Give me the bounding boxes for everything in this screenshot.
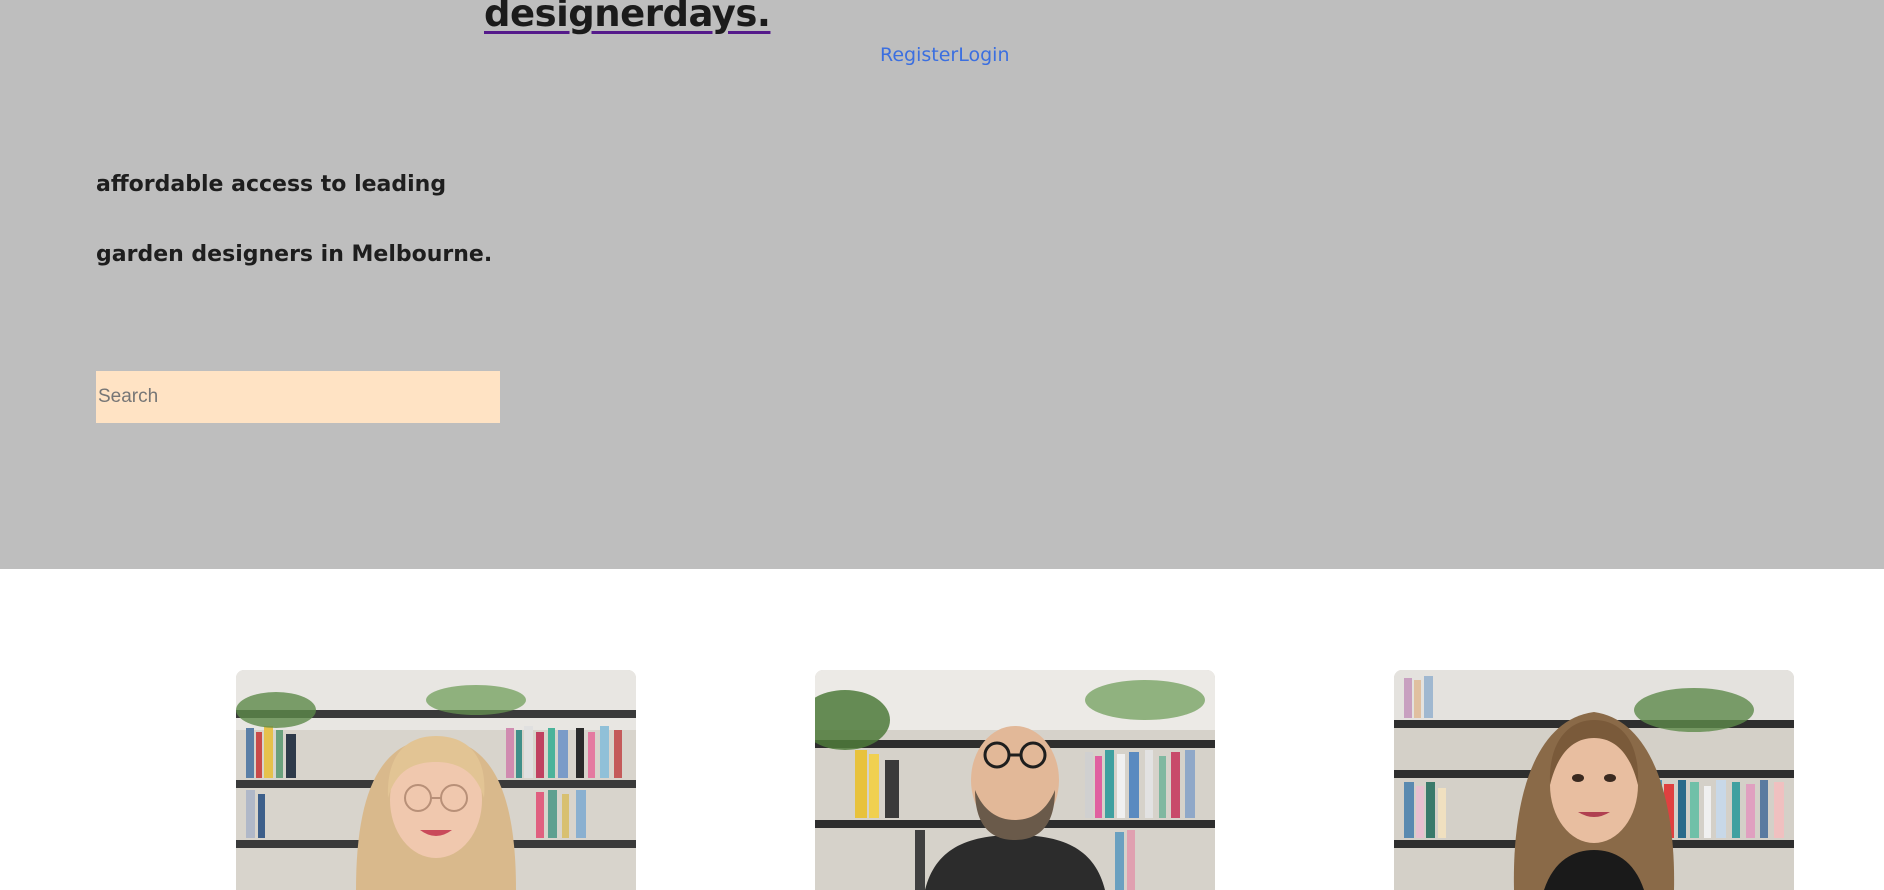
login-link[interactable]: Login bbox=[958, 44, 1009, 66]
tagline-line-2: garden designers in Melbourne. bbox=[96, 242, 493, 267]
auth-nav: RegisterLogin bbox=[880, 44, 1010, 66]
search-input[interactable] bbox=[96, 371, 500, 423]
hero-section: designerdays. RegisterLogin affordable a… bbox=[0, 0, 1884, 569]
designer-photo-3 bbox=[1394, 670, 1794, 890]
designer-card-3[interactable] bbox=[1394, 670, 1794, 890]
brand-logo-link[interactable]: designerdays. bbox=[484, 0, 771, 35]
register-link[interactable]: Register bbox=[880, 44, 958, 66]
designer-photo-1 bbox=[236, 670, 636, 890]
tagline-line-1: affordable access to leading bbox=[96, 172, 447, 197]
designer-card-2[interactable] bbox=[815, 670, 1215, 890]
designer-card-1[interactable] bbox=[236, 670, 636, 890]
designer-photo-2 bbox=[815, 670, 1215, 890]
